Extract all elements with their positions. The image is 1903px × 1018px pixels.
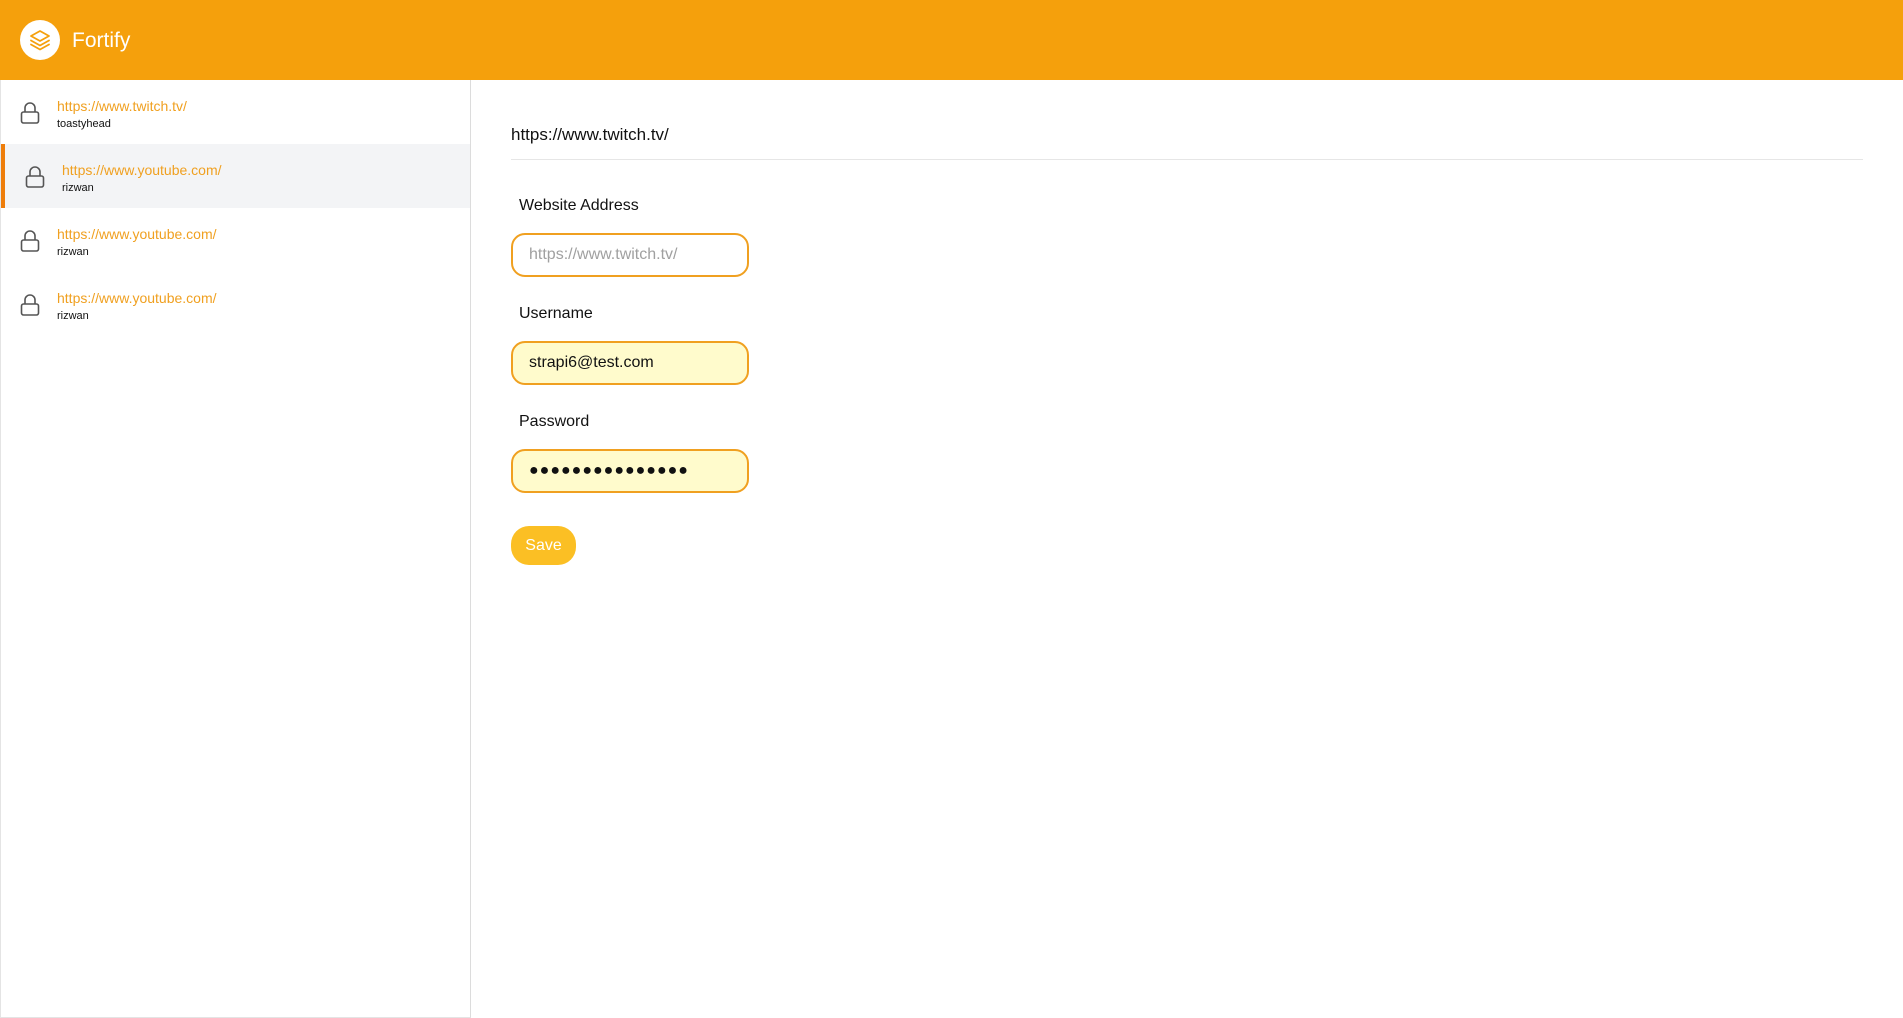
website-address-input[interactable] (511, 233, 749, 277)
sidebar-item-username: toastyhead (57, 118, 111, 130)
sidebar-item-username: rizwan (57, 310, 89, 322)
sidebar: https://www.twitch.tv/ toastyhead https:… (0, 80, 471, 1018)
sidebar-item-url: https://www.youtube.com/ (57, 290, 217, 306)
sidebar-item-url: https://www.twitch.tv/ (57, 98, 187, 114)
password-input[interactable] (511, 449, 749, 493)
username-label: Username (519, 305, 593, 322)
layers-icon (20, 20, 60, 60)
sidebar-item-username: rizwan (57, 246, 89, 258)
username-input[interactable] (511, 341, 749, 385)
sidebar-item-url: https://www.youtube.com/ (62, 162, 222, 178)
divider (511, 159, 1863, 160)
lock-icon (19, 101, 41, 125)
sidebar-item[interactable]: https://www.youtube.com/ rizwan (1, 272, 470, 336)
app-header: Fortify (0, 0, 1903, 80)
save-button[interactable]: Save (511, 526, 576, 565)
sidebar-item-username: rizwan (62, 182, 94, 194)
lock-icon (19, 229, 41, 253)
detail-panel: https://www.twitch.tv/ Website Address U… (471, 80, 1903, 1018)
lock-icon (19, 293, 41, 317)
app-title: Fortify (72, 29, 131, 52)
sidebar-item-url: https://www.youtube.com/ (57, 226, 217, 242)
detail-title: https://www.twitch.tv/ (511, 125, 669, 144)
sidebar-item[interactable]: https://www.youtube.com/ rizwan (1, 208, 470, 272)
sidebar-item-active[interactable]: https://www.youtube.com/ rizwan (1, 144, 470, 208)
lock-icon (24, 165, 46, 189)
sidebar-item[interactable]: https://www.twitch.tv/ toastyhead (1, 80, 470, 144)
website-address-label: Website Address (519, 197, 639, 214)
password-label: Password (519, 413, 590, 430)
